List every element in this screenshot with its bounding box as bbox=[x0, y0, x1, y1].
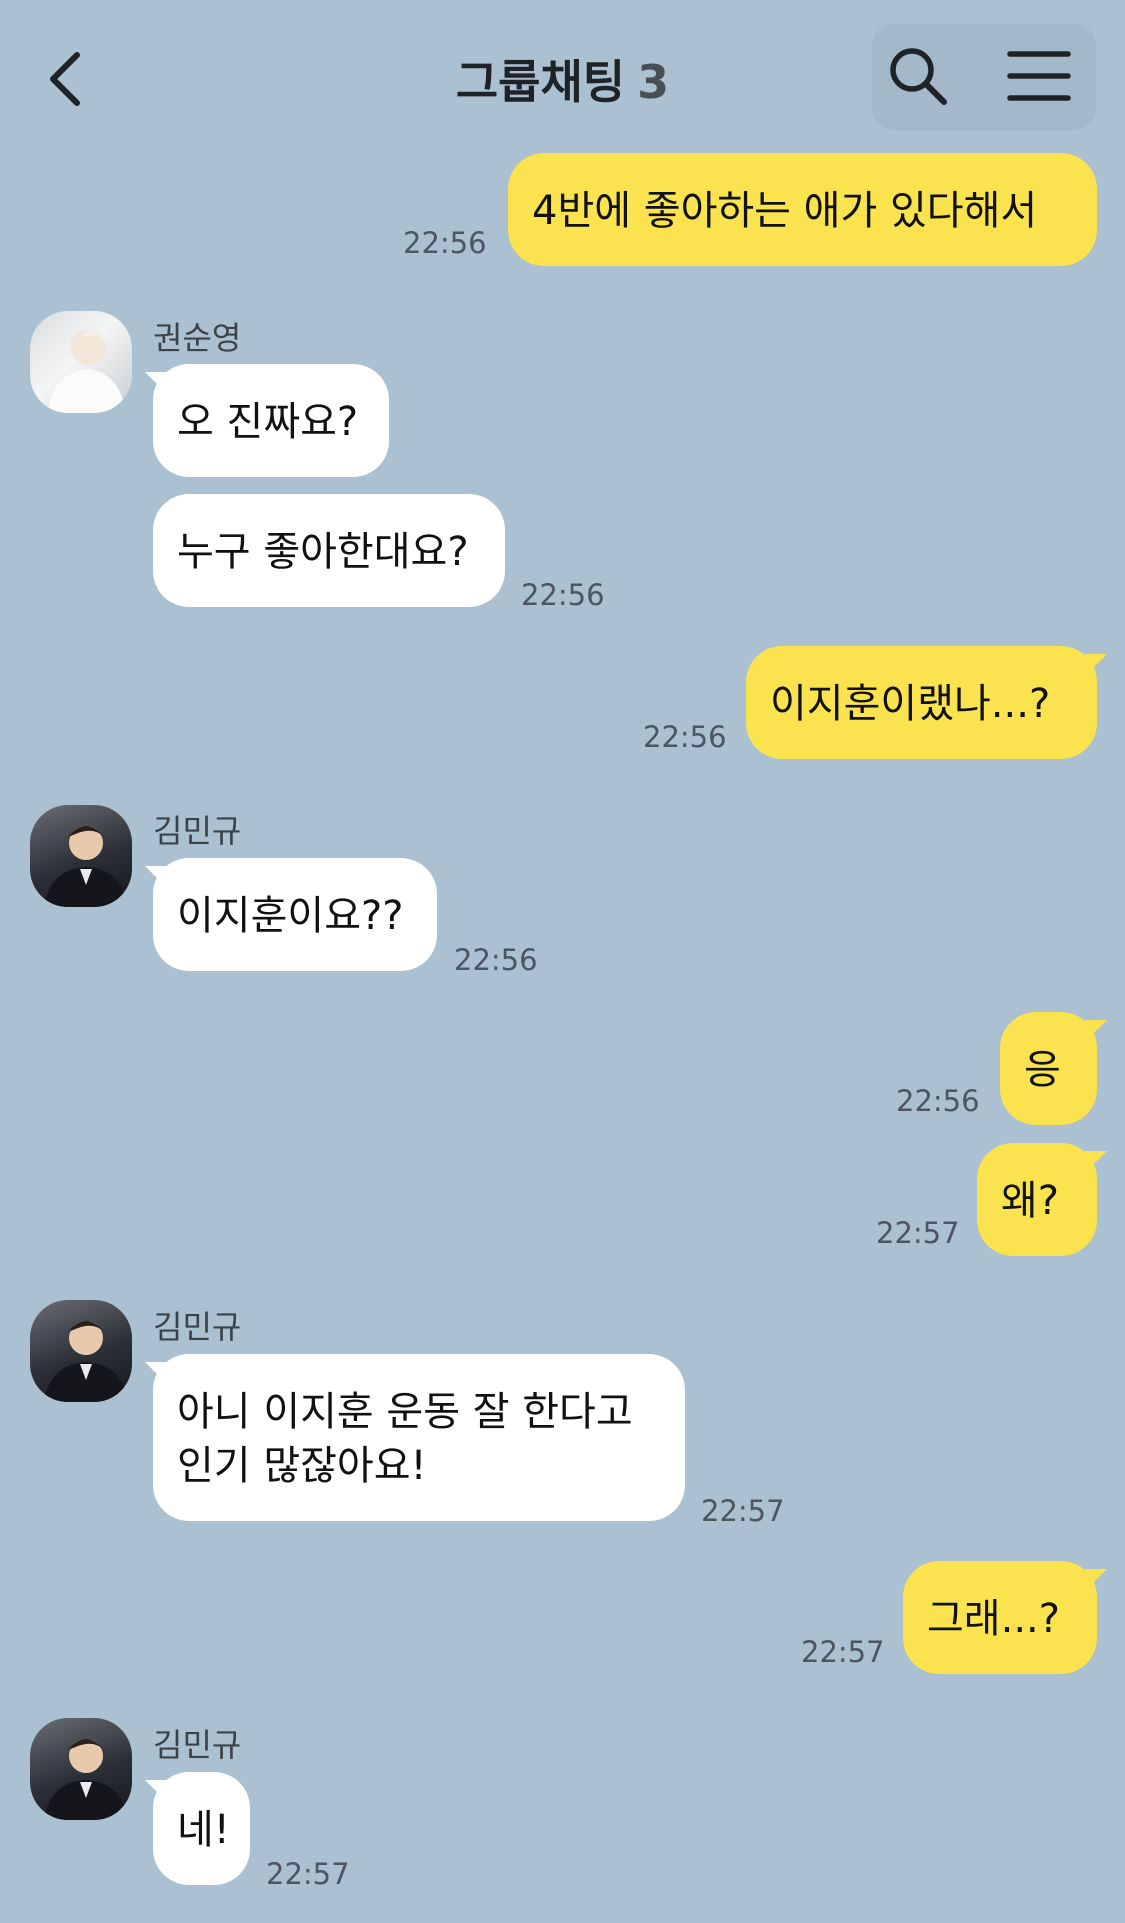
avatar[interactable] bbox=[30, 311, 132, 413]
chat-room-name: 그룹채팅 bbox=[455, 55, 626, 109]
menu-button[interactable] bbox=[1004, 48, 1074, 104]
sender-name: 김민규 bbox=[153, 1308, 242, 1346]
bubble-tail bbox=[1085, 1569, 1107, 1591]
message-time: 22:56 bbox=[403, 226, 487, 260]
sender-name: 권순영 bbox=[153, 319, 242, 357]
incoming-message-bubble[interactable]: 이지훈이요?? bbox=[153, 858, 437, 971]
message-time: 22:56 bbox=[521, 578, 605, 612]
avatar[interactable] bbox=[30, 805, 132, 907]
profile-photo-icon bbox=[44, 1321, 128, 1402]
bubble-tail bbox=[1085, 1020, 1107, 1042]
chat-header: 그룹채팅 3 bbox=[0, 0, 1125, 150]
outgoing-message-bubble[interactable]: 4반에 좋아하는 애가 있다해서 bbox=[508, 153, 1097, 266]
outgoing-message-bubble[interactable]: 이지훈이랬나...? bbox=[746, 646, 1097, 759]
bubble-tail bbox=[1085, 1151, 1107, 1173]
message-time: 22:57 bbox=[266, 1857, 350, 1891]
message-time: 22:56 bbox=[896, 1084, 980, 1118]
sender-name: 김민규 bbox=[153, 812, 242, 850]
incoming-message-bubble[interactable]: 아니 이지훈 운동 잘 한다고 인기 많잖아요! bbox=[153, 1354, 685, 1521]
search-icon bbox=[890, 48, 947, 105]
avatar[interactable] bbox=[30, 1718, 132, 1820]
profile-photo-icon bbox=[44, 826, 128, 907]
menu-icon bbox=[1007, 51, 1071, 101]
search-button[interactable] bbox=[886, 44, 950, 108]
avatar[interactable] bbox=[30, 1300, 132, 1402]
outgoing-message-bubble[interactable]: 왜? bbox=[977, 1143, 1097, 1256]
bubble-tail bbox=[1085, 654, 1107, 676]
member-count: 3 bbox=[637, 55, 670, 109]
profile-photo-icon bbox=[44, 1739, 128, 1820]
incoming-message-bubble[interactable]: 네! bbox=[153, 1772, 250, 1885]
message-time: 22:56 bbox=[643, 720, 727, 754]
message-time: 22:56 bbox=[454, 943, 538, 977]
outgoing-message-bubble[interactable]: 그래...? bbox=[903, 1561, 1097, 1674]
message-time: 22:57 bbox=[701, 1494, 785, 1528]
outgoing-message-bubble[interactable]: 응 bbox=[1000, 1012, 1097, 1125]
message-time: 22:57 bbox=[876, 1216, 960, 1250]
sender-name: 김민규 bbox=[153, 1726, 242, 1764]
incoming-message-bubble[interactable]: 오 진짜요? bbox=[153, 364, 389, 477]
profile-photo-icon bbox=[48, 328, 126, 413]
incoming-message-bubble[interactable]: 누구 좋아한대요? bbox=[153, 494, 505, 607]
message-time: 22:57 bbox=[801, 1635, 885, 1669]
